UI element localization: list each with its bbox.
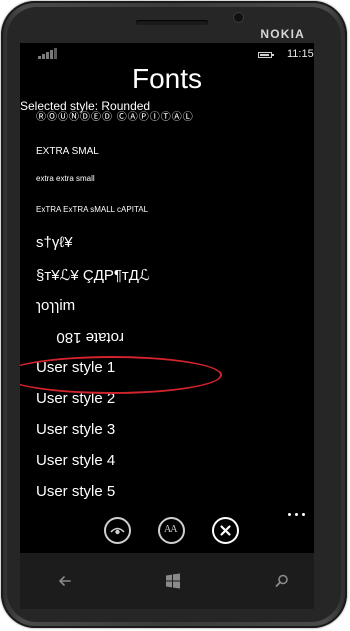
brand-logo: NOKIA xyxy=(260,27,305,41)
earpiece-speaker xyxy=(136,20,208,25)
eye-icon[interactable] xyxy=(104,517,131,544)
font-size-icon[interactable]: AA xyxy=(158,517,185,544)
battery-icon xyxy=(258,52,274,58)
font-style-item[interactable]: User style 4 xyxy=(36,452,115,469)
font-style-item[interactable]: rotate 180 xyxy=(56,329,124,346)
font-style-item[interactable]: EXTRA SMAL xyxy=(36,146,99,157)
font-size-label: AA xyxy=(164,524,177,535)
font-style-item[interactable]: ⓇⓄⓊⓃⒹⒺⒹ ⒸⒶⓅⒾⓉⒶⓁ xyxy=(36,108,194,123)
status-time: 11:15 xyxy=(287,48,314,60)
font-style-item[interactable]: User style 3 xyxy=(36,421,115,438)
search-icon[interactable] xyxy=(274,573,290,589)
font-style-item[interactable]: ExTRA ExTRA sMALL cAPITAL xyxy=(36,205,148,214)
font-style-item[interactable]: User style 5 xyxy=(36,483,115,500)
font-style-item[interactable]: ѕ†γℓ¥ xyxy=(36,234,73,251)
phone-screen: 11:15 Fonts Selected style: Rounded ⓇⓄⓊⓃ… xyxy=(20,43,314,553)
highlight-annotation xyxy=(20,356,222,394)
font-style-item[interactable]: ɿoɿɿim xyxy=(36,297,75,314)
status-bar: 11:15 xyxy=(20,43,314,65)
app-bar: AA xyxy=(20,509,314,553)
page-title: Fonts xyxy=(131,63,203,94)
more-dots-icon[interactable] xyxy=(286,509,314,519)
windows-logo-icon[interactable] xyxy=(165,573,181,589)
hardware-nav-bar xyxy=(20,553,314,609)
font-style-item[interactable]: extra extra small xyxy=(36,174,95,183)
font-style-item[interactable]: §т¥ℒ¥ ÇДР¶тДℒ xyxy=(36,266,150,284)
front-camera xyxy=(234,13,243,22)
close-icon[interactable] xyxy=(212,517,239,544)
signal-bars-icon xyxy=(38,48,57,59)
back-arrow-icon[interactable] xyxy=(57,573,73,589)
